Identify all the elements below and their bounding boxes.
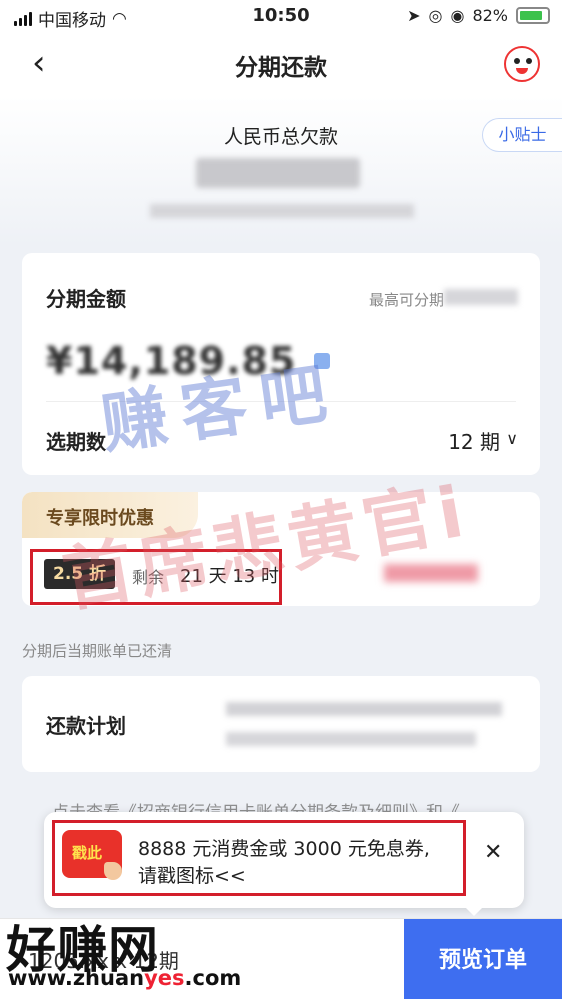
rotation-lock-icon: ◎ bbox=[428, 6, 443, 25]
site-url-suffix: .com bbox=[184, 966, 242, 990]
page-title: 分期还款 bbox=[235, 55, 327, 81]
status-right: ➤ ◎ ◉ 82% bbox=[407, 6, 550, 25]
site-url-highlight: yes bbox=[144, 966, 185, 990]
installment-amount-input[interactable]: ¥14,189.85 bbox=[46, 339, 296, 383]
debt-detail-blurred bbox=[150, 204, 414, 218]
chevron-down-icon[interactable]: ∨ bbox=[506, 429, 518, 448]
nav-bar: ‹ 分期还款 bbox=[0, 34, 562, 96]
repayment-plan-card[interactable]: 还款计划 bbox=[22, 676, 540, 772]
site-url: www.zhuanyes.com bbox=[8, 966, 241, 990]
total-debt-value-blurred bbox=[196, 158, 360, 188]
plan-detail-blurred-2 bbox=[226, 732, 476, 746]
divider bbox=[46, 401, 516, 402]
tips-button[interactable]: 小贴士 bbox=[482, 118, 562, 152]
battery-percent: 82% bbox=[472, 6, 508, 25]
promo-highlight-box bbox=[30, 549, 282, 605]
location-icon: ➤ bbox=[407, 6, 421, 25]
site-url-prefix: www.zhuan bbox=[8, 966, 145, 990]
period-label: 选期数 bbox=[46, 430, 106, 454]
amount-label: 分期金额 bbox=[46, 287, 126, 311]
alarm-icon: ◉ bbox=[450, 6, 465, 25]
period-select[interactable]: 12 期 bbox=[448, 426, 500, 455]
promo-title: 专享限时优惠 bbox=[46, 508, 154, 529]
popup-highlight-box bbox=[52, 820, 466, 896]
total-debt-label: 人民币总欠款 bbox=[223, 126, 338, 148]
max-installment-label: 最高可分期 bbox=[368, 291, 444, 309]
promo-detail-blurred bbox=[384, 564, 478, 582]
plan-label: 还款计划 bbox=[46, 714, 126, 738]
plan-detail-blurred-1 bbox=[226, 702, 502, 716]
preview-order-button[interactable]: 预览订单 bbox=[404, 919, 562, 999]
installment-card: 分期金额 最高可分期 ¥14,189.85 选期数 12 期 ∨ bbox=[22, 253, 540, 475]
clear-icon[interactable] bbox=[314, 353, 330, 369]
status-bar: 中国移动 ◠ 10:50 ➤ ◎ ◉ 82% bbox=[0, 0, 562, 34]
note-text: 分期后当期账单已还清 bbox=[22, 642, 173, 660]
mascot-icon[interactable] bbox=[504, 46, 540, 82]
max-installment-value-blurred bbox=[444, 289, 518, 305]
battery-icon bbox=[516, 7, 550, 24]
close-icon[interactable]: ✕ bbox=[484, 840, 502, 865]
